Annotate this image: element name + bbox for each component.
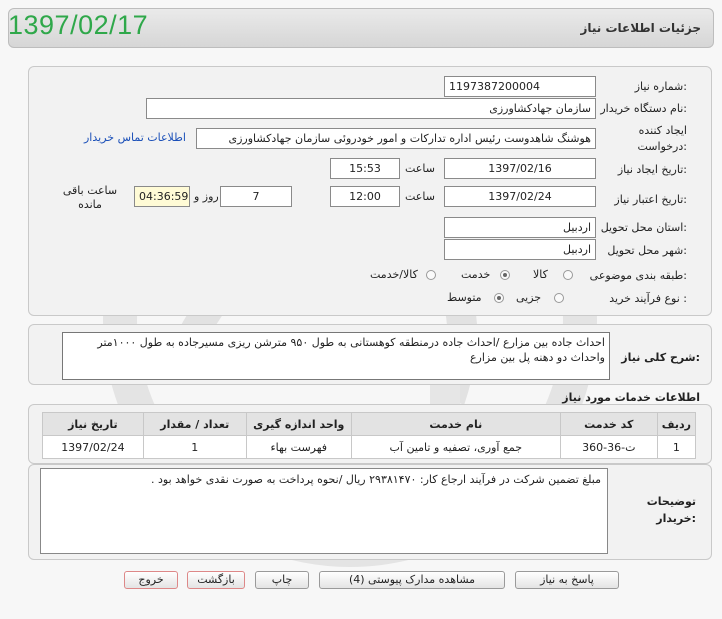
cell-code: ت-36-360	[559, 435, 658, 459]
creator-field[interactable]: هوشنگ شاهدوست رئیس اداره تدارکات و امور …	[196, 128, 596, 149]
process-option-medium: متوسط	[447, 291, 482, 304]
need-number-label: شماره نیاز:	[634, 80, 687, 93]
created-time-label: ساعت	[405, 162, 435, 175]
buyer-contact-link[interactable]: اطلاعات تماس خریدار	[84, 131, 186, 144]
reply-button[interactable]: پاسخ به نیاز	[515, 571, 619, 589]
remaining-time-field[interactable]: 04:36:59	[134, 186, 190, 207]
cell-date: 1397/02/24	[42, 435, 144, 459]
created-date-field[interactable]: 1397/02/16	[444, 158, 596, 179]
cell-qty: 1	[142, 435, 247, 459]
process-radio-minor[interactable]	[554, 293, 564, 303]
print-button[interactable]: چاپ	[255, 571, 309, 589]
creator-label-2: درخواست:	[637, 140, 688, 153]
services-table: ردیف کد خدمت نام خدمت واحد اندازه گیری ت…	[42, 412, 697, 459]
buyer-notes-label-1: توضیحات	[646, 495, 696, 508]
col-code: کد خدمت	[559, 412, 658, 436]
category-option-goods: کالا	[533, 268, 548, 281]
validity-time-label: ساعت	[405, 190, 435, 203]
city-field[interactable]: اردبیل	[444, 239, 596, 260]
category-option-goods-service: کالا/خدمت	[370, 268, 418, 281]
city-label: شهر محل تحویل:	[607, 244, 687, 257]
remaining-label-2: مانده	[78, 198, 102, 211]
validity-date-field[interactable]: 1397/02/24	[444, 186, 596, 207]
col-unit: واحد اندازه گیری	[245, 412, 352, 436]
buyer-org-field[interactable]: سازمان جهادکشاورزی	[146, 98, 596, 119]
col-name: نام خدمت	[350, 412, 561, 436]
description-label: شرح کلی نیاز:	[621, 351, 700, 364]
table-row[interactable]: 1 ت-36-360 جمع آوری، تصفیه و تامین آب فه…	[42, 435, 697, 459]
created-time-field[interactable]: 15:53	[330, 158, 400, 179]
remaining-days-field[interactable]: 7	[220, 186, 292, 207]
col-date: تاریخ نیاز	[42, 412, 144, 436]
attachments-button[interactable]: مشاهده مدارک پیوستی (4)	[319, 571, 505, 589]
buyer-notes-label-2: خریدار:	[656, 512, 696, 525]
services-title: اطلاعات خدمات مورد نیاز	[562, 391, 700, 404]
exit-button[interactable]: خروج	[124, 571, 178, 589]
col-row: ردیف	[656, 412, 697, 436]
cell-name: جمع آوری، تصفیه و تامین آب	[350, 435, 561, 459]
col-qty: تعداد / مقدار	[142, 412, 247, 436]
created-date-label: تاریخ ایجاد نیاز:	[617, 163, 687, 176]
category-radio-goods[interactable]	[563, 270, 573, 280]
category-label: طبقه بندی موضوعی:	[589, 269, 687, 282]
process-option-minor: جزیی	[516, 291, 542, 304]
province-label: استان محل تحویل:	[600, 221, 687, 234]
category-radio-goods-service[interactable]	[426, 270, 436, 280]
buyer-org-label: نام دستگاه خریدار:	[600, 102, 687, 115]
days-label: روز و	[194, 190, 219, 203]
cell-row: 1	[656, 435, 697, 459]
validity-time-field[interactable]: 12:00	[330, 186, 400, 207]
description-text[interactable]: احداث جاده بین مزارع /احداث جاده درمنطقه…	[62, 332, 610, 380]
category-option-service: خدمت	[461, 268, 491, 281]
date-stamp: 1397/02/17	[8, 10, 149, 40]
back-button[interactable]: بازگشت	[187, 571, 245, 589]
buyer-notes-text[interactable]: مبلغ تضمین شرکت در فرآیند ارجاع کار: ۲۹۳…	[40, 468, 608, 554]
page-title: جزئیات اطلاعات نیاز	[580, 21, 701, 35]
need-number-field[interactable]: 1197387200004	[444, 76, 596, 97]
validity-date-label: تاریخ اعتبار نیاز:	[614, 193, 687, 206]
services-header-row: ردیف کد خدمت نام خدمت واحد اندازه گیری ت…	[42, 412, 697, 436]
category-radio-service[interactable]	[500, 270, 510, 280]
creator-label-1: ایجاد کننده	[638, 124, 687, 137]
cell-unit: فهرست بهاء	[245, 435, 352, 459]
process-radio-medium[interactable]	[494, 293, 504, 303]
remaining-label-1: ساعت باقی	[62, 184, 118, 197]
province-field[interactable]: اردبیل	[444, 217, 596, 238]
process-label: نوع فرآیند خرید :	[609, 292, 687, 305]
